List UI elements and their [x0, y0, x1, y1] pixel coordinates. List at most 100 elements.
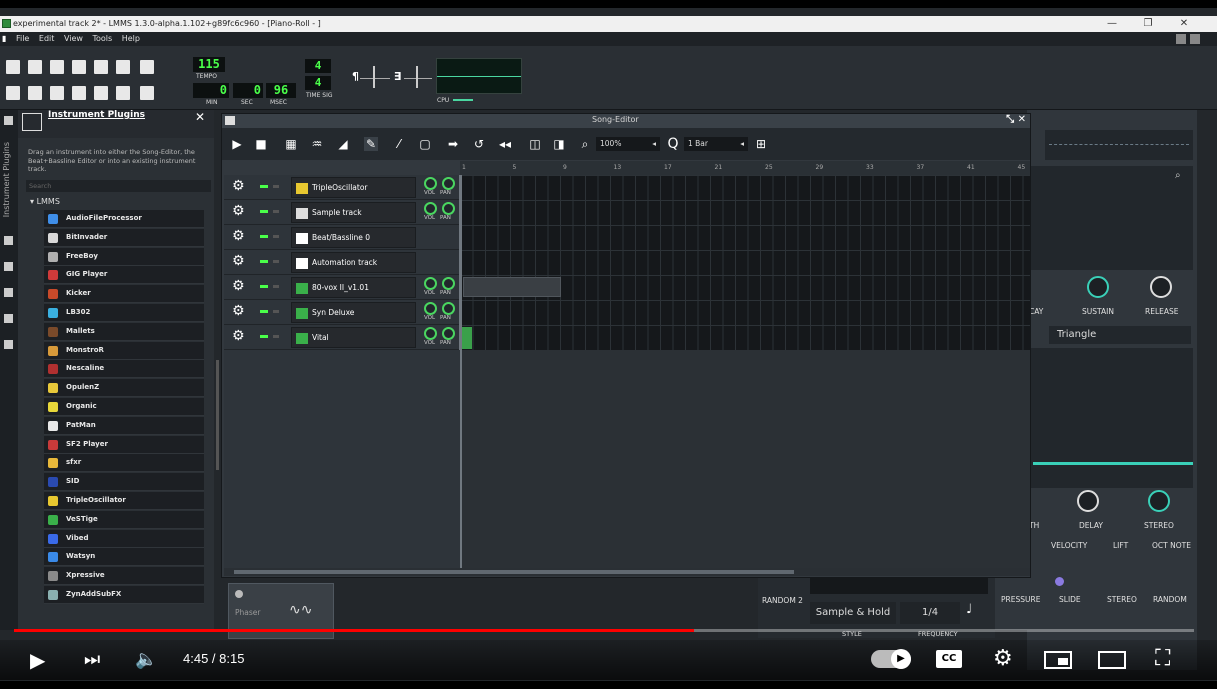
plugin-item[interactable]: MonstroR	[44, 341, 204, 360]
pattern-grid[interactable]	[460, 175, 1030, 350]
track-row[interactable]: ⚙ TripleOscillator VOL PAN	[224, 175, 460, 200]
track-solo-button[interactable]	[273, 260, 279, 263]
side-tab-instrument-plugins[interactable]: Instrument Plugins	[2, 142, 11, 217]
track-row[interactable]: ⚙ 80-vox II_v1.01 VOL PAN	[224, 275, 460, 300]
plugin-item[interactable]: SF2 Player	[44, 435, 204, 454]
mod-source-dot[interactable]	[1055, 577, 1064, 586]
volume-knob[interactable]	[424, 202, 437, 215]
track-row[interactable]: ⚙ Beat/Bassline 0	[224, 225, 460, 250]
timesig-denominator[interactable]: 4	[305, 76, 331, 90]
song-editor-close-icon[interactable]: ⤡ ✕	[1006, 114, 1026, 125]
song-editor-titlebar[interactable]: Song-Editor ⤡ ✕	[222, 114, 1030, 128]
timeline-ruler[interactable]: 1 5 9 13 17 21 25 29 33 37 41 45	[460, 161, 1030, 175]
plugin-item[interactable]: Xpressive	[44, 567, 204, 586]
track-gear-icon[interactable]: ⚙	[232, 303, 245, 319]
zoom-search-icon[interactable]: ⌕	[1175, 170, 1181, 181]
open-icon[interactable]	[50, 60, 64, 74]
waveform-selector[interactable]: Triangle	[1049, 326, 1191, 344]
track-gear-icon[interactable]: ⚙	[232, 278, 245, 294]
track-gear-icon[interactable]: ⚙	[232, 328, 245, 344]
insert-bar-icon[interactable]: ◫	[528, 137, 542, 151]
plugin-item[interactable]: Mallets	[44, 322, 204, 341]
plugin-item[interactable]: Nescaline	[44, 360, 204, 379]
mdi-restore-icon[interactable]	[1176, 34, 1186, 44]
play-icon[interactable]: ▶	[230, 137, 244, 151]
track-gear-icon[interactable]: ⚙	[232, 178, 245, 194]
volume-knob[interactable]	[424, 177, 437, 190]
projects-icon[interactable]	[4, 236, 13, 245]
oscilloscope[interactable]	[436, 58, 522, 94]
master-volume-slider[interactable]	[360, 78, 390, 79]
vital-clip[interactable]	[462, 327, 472, 349]
plugin-item[interactable]: Kicker	[44, 285, 204, 304]
miniplayer-button[interactable]	[1044, 651, 1072, 669]
auto-scroll-icon[interactable]: ➡	[446, 137, 460, 151]
new-template-icon[interactable]	[28, 60, 42, 74]
draw-mode-icon[interactable]: ✎	[364, 137, 378, 151]
progress-bar[interactable]	[14, 629, 1194, 632]
samples-icon[interactable]	[4, 262, 13, 271]
next-button[interactable]: ⏭	[84, 649, 100, 670]
track-name-box[interactable]: TripleOscillator	[291, 177, 416, 198]
track-gear-icon[interactable]: ⚙	[232, 203, 245, 219]
presets-icon[interactable]	[4, 288, 13, 297]
remove-bar-icon[interactable]: ◨	[552, 137, 566, 151]
pan-knob[interactable]	[442, 277, 455, 290]
plugin-item[interactable]: GIG Player	[44, 266, 204, 285]
plugin-item[interactable]: VeSTige	[44, 510, 204, 529]
track-mute-button[interactable]	[260, 235, 268, 238]
project-notes-icon[interactable]	[140, 86, 154, 100]
plugin-item[interactable]: AudioFileProcessor	[44, 210, 204, 228]
home-icon[interactable]	[4, 314, 13, 323]
export-tracks-icon[interactable]	[140, 60, 154, 74]
restore-icon[interactable]: ❐	[1130, 16, 1166, 32]
new-file-icon[interactable]	[6, 60, 20, 74]
song-editor-icon[interactable]	[6, 86, 20, 100]
stereo-knob[interactable]	[1148, 490, 1170, 512]
volume-knob[interactable]	[424, 327, 437, 340]
settings-gear-icon[interactable]: ⚙	[993, 646, 1013, 671]
menu-tools[interactable]: Tools	[92, 34, 112, 43]
plugin-item[interactable]: Organic	[44, 398, 204, 416]
phaser-power-icon[interactable]	[235, 590, 243, 598]
track-solo-button[interactable]	[273, 335, 279, 338]
export-icon[interactable]	[116, 60, 130, 74]
play-button[interactable]: ▶	[30, 648, 45, 672]
menu-view[interactable]: View	[64, 34, 83, 43]
knife-mode-icon[interactable]: ⁄	[392, 137, 406, 151]
plugin-item[interactable]: BitInvader	[44, 228, 204, 247]
track-row[interactable]: ⚙ Automation track	[224, 250, 460, 275]
delay-knob[interactable]	[1077, 490, 1099, 512]
track-solo-button[interactable]	[273, 235, 279, 238]
plugin-item[interactable]: TripleOscillator	[44, 492, 204, 510]
master-pitch-handle[interactable]	[416, 66, 418, 88]
track-mute-button[interactable]	[260, 310, 268, 313]
add-automation-track-icon[interactable]: ◢	[336, 137, 350, 151]
track-solo-button[interactable]	[273, 185, 279, 188]
plugin-item[interactable]: Watsyn	[44, 548, 204, 567]
scrollbar-thumb[interactable]	[234, 570, 794, 574]
track-name-box[interactable]: 80-vox II_v1.01	[291, 277, 416, 298]
piano-roll-icon[interactable]	[50, 86, 64, 100]
track-mute-button[interactable]	[260, 335, 268, 338]
save-icon[interactable]	[94, 60, 108, 74]
pan-knob[interactable]	[442, 327, 455, 340]
track-name-box[interactable]: Vital	[291, 327, 416, 348]
plugins-search-input[interactable]: Search	[26, 180, 211, 192]
stop-behaviour-icon[interactable]: ◂◂	[498, 137, 512, 151]
fullscreen-icon[interactable]: ⛶	[1155, 646, 1170, 671]
release-knob[interactable]	[1150, 276, 1172, 298]
tempo-display[interactable]: 115	[193, 57, 225, 72]
quantize-combobox[interactable]: 1 Bar ◂	[684, 137, 748, 151]
zoom-combobox[interactable]: 100% ◂	[596, 137, 660, 151]
pattern-clip[interactable]	[463, 277, 561, 297]
volume-knob[interactable]	[424, 277, 437, 290]
controller-rack-icon[interactable]	[116, 86, 130, 100]
theater-mode-button[interactable]	[1098, 651, 1126, 669]
captions-button[interactable]: CC	[936, 650, 962, 668]
track-row[interactable]: ⚙ Syn Deluxe VOL PAN	[224, 300, 460, 325]
autoplay-toggle[interactable]: ▶	[871, 649, 911, 669]
track-name-box[interactable]: Sample track	[291, 202, 416, 223]
menu-file[interactable]: File	[16, 34, 29, 43]
track-solo-button[interactable]	[273, 210, 279, 213]
